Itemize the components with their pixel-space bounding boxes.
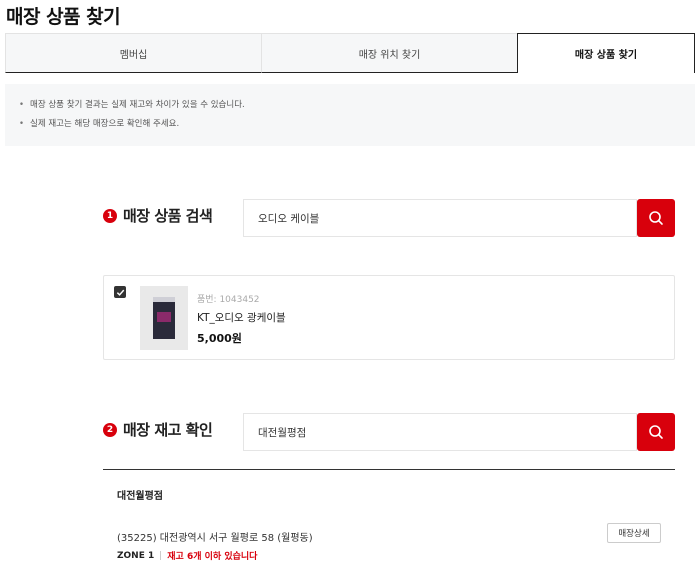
tab-bar: 멤버십 매장 위치 찾기 매장 상품 찾기: [5, 33, 695, 73]
product-price: 5,000원: [197, 332, 242, 345]
product-search-input[interactable]: 오디오 케이블: [243, 199, 637, 237]
notice-box: 매장 상품 찾기 결과는 실제 재고와 차이가 있을 수 있습니다. 실제 재고…: [5, 84, 695, 146]
tab-store-location[interactable]: 매장 위치 찾기: [261, 33, 517, 73]
separator: [160, 551, 162, 560]
notice-item: 실제 재고는 해당 매장으로 확인해 주세요.: [19, 115, 681, 134]
cable-package-icon: [153, 297, 175, 339]
step-store-stock-heading: 2 매장 재고 확인: [103, 419, 213, 440]
check-icon: [116, 289, 124, 296]
zone-label: ZONE 1: [117, 550, 155, 561]
store-search-input[interactable]: 대전월평점: [243, 413, 637, 451]
step-label: 매장 상품 검색: [123, 207, 213, 225]
product-search-button[interactable]: [637, 199, 675, 237]
product-image: [140, 286, 188, 350]
search-icon: [649, 425, 663, 439]
stock-info: ZONE 1 재고 6개 이하 있습니다: [117, 549, 258, 563]
store-search-button[interactable]: [637, 413, 675, 451]
stock-status: 재고 6개 이하 있습니다: [167, 552, 258, 562]
product-checkbox[interactable]: [114, 286, 126, 298]
step-label: 매장 재고 확인: [123, 421, 213, 439]
store-name: 대전월평점: [117, 491, 163, 502]
notice-item: 매장 상품 찾기 결과는 실제 재고와 차이가 있을 수 있습니다.: [19, 96, 681, 115]
step-product-search-heading: 1 매장 상품 검색: [103, 205, 213, 226]
section-divider: [103, 469, 675, 470]
product-code: 품번: 1043452: [197, 295, 260, 305]
step-number-badge: 1: [103, 208, 117, 223]
page-title: 매장 상품 찾기: [6, 6, 121, 28]
store-address: (35225) 대전광역시 서구 월평로 58 (월평동): [117, 533, 313, 544]
product-card[interactable]: 품번: 1043452 KT_오디오 광케이블 5,000원: [103, 275, 675, 360]
tab-store-product-search[interactable]: 매장 상품 찾기: [517, 33, 695, 73]
search-icon: [649, 211, 663, 225]
tab-membership[interactable]: 멤버십: [5, 33, 261, 73]
step-number-badge: 2: [103, 422, 117, 437]
store-detail-button[interactable]: 매장상세: [607, 523, 661, 543]
product-name: KT_오디오 광케이블: [197, 312, 286, 324]
